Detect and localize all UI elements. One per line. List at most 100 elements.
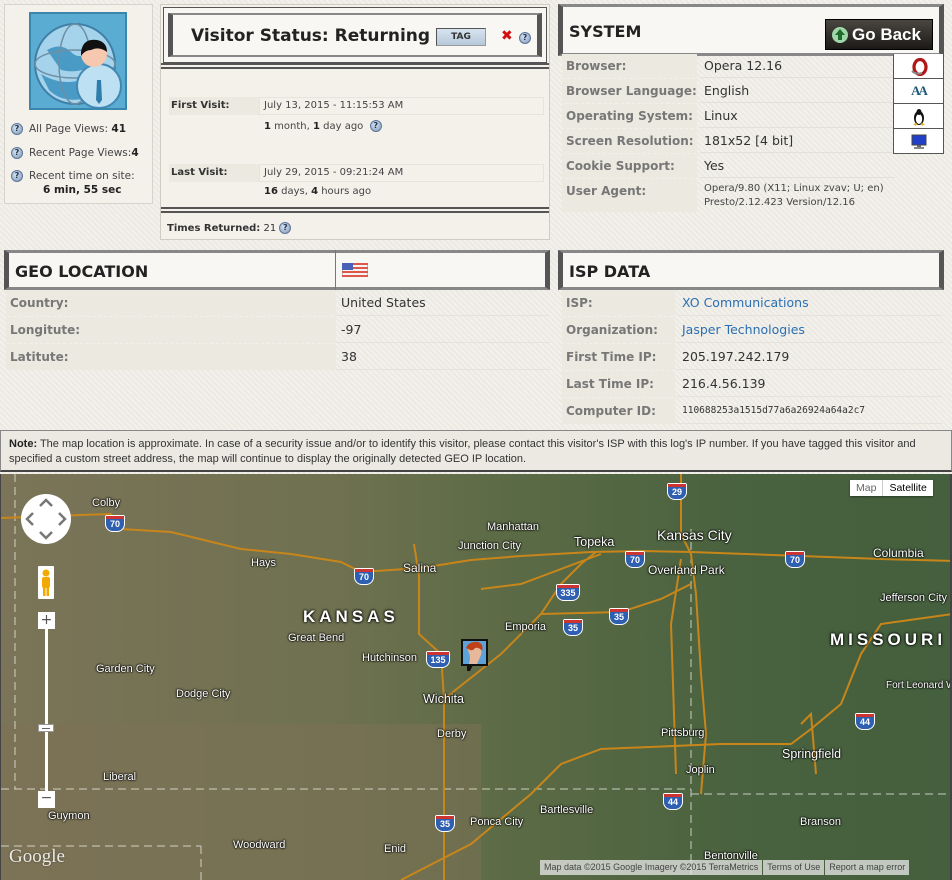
interstate-shield: 135 xyxy=(426,651,450,668)
city-label: Garden City xyxy=(96,663,155,675)
last-visit-label: Last Visit: xyxy=(169,164,259,182)
opera-icon xyxy=(893,54,944,79)
system-row-browser: Browser: Opera 12.16 xyxy=(562,54,944,79)
isp-row-isp: ISP: XO Communications xyxy=(562,290,942,316)
help-icon[interactable] xyxy=(279,222,292,234)
help-icon[interactable] xyxy=(11,123,23,135)
interstate-shield: 35 xyxy=(435,815,455,832)
map-type-satellite-button[interactable]: Satellite xyxy=(883,480,932,496)
monitor-icon xyxy=(893,129,944,154)
map-data-attribution: Map data ©2015 Google Imagery ©2015 Terr… xyxy=(540,860,763,875)
state-label: KANSAS xyxy=(303,607,399,626)
interstate-shield: 70 xyxy=(354,568,374,585)
delete-icon[interactable]: ✖ xyxy=(501,28,513,44)
interstate-shield: 29 xyxy=(667,483,687,500)
map-type-map-button[interactable]: Map xyxy=(850,480,884,496)
recent-time-on-site: Recent time on site: xyxy=(11,170,135,182)
interstate-shield: 70 xyxy=(785,551,805,568)
help-icon[interactable] xyxy=(11,147,23,159)
linux-tux-icon xyxy=(893,104,944,129)
city-label: Enid xyxy=(384,843,407,855)
go-back-button[interactable]: Go Back xyxy=(825,19,933,50)
interstate-shield: 35 xyxy=(563,619,583,636)
system-panel: SYSTEM Go Back Browser: Opera 12.16 Brow… xyxy=(558,2,944,214)
city-label: Joplin xyxy=(686,764,715,776)
map-note: Note: The map location is approximate. I… xyxy=(0,430,952,472)
interstate-shield: 44 xyxy=(663,793,683,810)
isp-row-last-ip: Last Time IP: 216.4.56.139 xyxy=(562,371,942,397)
isp-row-computer-id: Computer ID: 110688253a1515d77a6a26924a6… xyxy=(562,398,942,424)
all-page-views: All Page Views: 41 xyxy=(11,123,126,135)
pan-control[interactable] xyxy=(21,494,71,544)
terms-of-use-link[interactable]: Terms of Use xyxy=(763,860,825,875)
street-view-pegman-icon[interactable] xyxy=(38,566,54,599)
report-map-error-link[interactable]: Report a map error xyxy=(825,860,910,875)
city-label: Great Bend xyxy=(288,632,345,644)
system-title: SYSTEM xyxy=(569,22,642,41)
system-row-language: Browser Language: English AA xyxy=(562,79,944,104)
city-label: Derby xyxy=(437,728,467,740)
zoom-out-button[interactable]: − xyxy=(38,791,55,808)
geo-row-country: Country: United States xyxy=(6,290,550,316)
city-label: Woodward xyxy=(233,839,286,851)
isp-link[interactable]: XO Communications xyxy=(677,290,942,316)
times-returned: Times Returned: 21 xyxy=(167,222,292,234)
city-label: Columbia xyxy=(873,546,924,560)
system-row-user-agent: User Agent: Opera/9.80 (X11; Linux zvav;… xyxy=(562,179,940,213)
first-visit-label: First Visit: xyxy=(169,97,259,115)
city-label: Jefferson City xyxy=(880,592,948,604)
help-icon[interactable] xyxy=(11,170,23,182)
first-visit-ago: 1 month, 1 day ago xyxy=(264,120,382,132)
city-label: Overland Park xyxy=(648,563,725,577)
system-row-os: Operating System: Linux xyxy=(562,104,944,129)
city-label: Emporia xyxy=(505,621,546,633)
city-label: Junction City xyxy=(458,540,521,552)
city-label: Guymon xyxy=(48,810,90,822)
city-label: Bartlesville xyxy=(540,804,594,816)
first-visit-value: July 13, 2015 - 11:15:53 AM xyxy=(259,97,544,115)
help-icon[interactable] xyxy=(369,120,382,132)
city-label: Dodge City xyxy=(176,688,231,700)
user-agent-value: Opera/9.80 (X11; Linux zvav; U; en) Pres… xyxy=(704,183,884,208)
visitor-status-title: Visitor Status: Returning xyxy=(191,26,449,46)
interstate-shield: 35 xyxy=(609,608,629,625)
city-label: Wichita xyxy=(423,692,464,706)
last-visit-ago: 16 days, 4 hours ago xyxy=(264,186,372,197)
tag-button[interactable]: TAG xyxy=(436,28,486,46)
interstate-shield: 335 xyxy=(556,584,580,601)
system-header: SYSTEM Go Back xyxy=(558,4,944,56)
organization-link[interactable]: Jasper Technologies xyxy=(677,317,942,343)
city-label: Liberal xyxy=(103,771,137,783)
city-label: Springfield xyxy=(782,747,842,761)
visitor-status-panel: Visitor Status: Returning TAG ✖ First Vi… xyxy=(160,4,550,240)
isp-row-first-ip: First Time IP: 205.197.242.179 xyxy=(562,344,942,370)
zoom-in-button[interactable]: + xyxy=(38,612,55,629)
city-label: Salina xyxy=(403,561,437,575)
geo-row-longitude: Longitute: -97 xyxy=(6,317,550,343)
interstate-shield: 70 xyxy=(105,515,125,532)
zoom-slider-handle[interactable] xyxy=(38,724,54,732)
city-label: Ponca City xyxy=(470,816,524,828)
google-logo: Google xyxy=(9,846,65,867)
font-icon: AA xyxy=(893,79,944,104)
geo-location-panel: GEO LOCATION Country: United States Long… xyxy=(4,248,550,376)
recent-time-value: 6 min, 55 sec xyxy=(43,184,122,196)
city-label: Manhattan xyxy=(487,521,539,533)
last-visit-value: July 29, 2015 - 09:21:24 AM xyxy=(259,164,544,182)
city-label: Fort Leonard Wood xyxy=(886,680,950,691)
visitor-summary-panel: All Page Views: 41 Recent Page Views:4 R… xyxy=(4,4,153,204)
geo-header: GEO LOCATION xyxy=(4,250,550,290)
zoom-slider[interactable] xyxy=(45,629,48,791)
system-row-cookie: Cookie Support: Yes xyxy=(562,154,940,179)
help-icon[interactable] xyxy=(519,32,531,44)
city-label: Branson xyxy=(800,816,841,828)
visitor-location-marker[interactable] xyxy=(461,639,488,671)
divider xyxy=(161,207,549,213)
city-label: Hutchinson xyxy=(362,652,418,664)
isp-row-organization: Organization: Jasper Technologies xyxy=(562,317,942,343)
map-attribution: Map data ©2015 Google Imagery ©2015 Terr… xyxy=(539,860,910,875)
satellite-map[interactable]: KANSAS MISSOURI Colby Hays Manhattan Jun… xyxy=(0,474,952,880)
isp-header: ISP DATA xyxy=(558,250,944,290)
state-label: MISSOURI xyxy=(830,630,947,649)
geo-row-latitude: Latitute: 38 xyxy=(6,344,550,370)
